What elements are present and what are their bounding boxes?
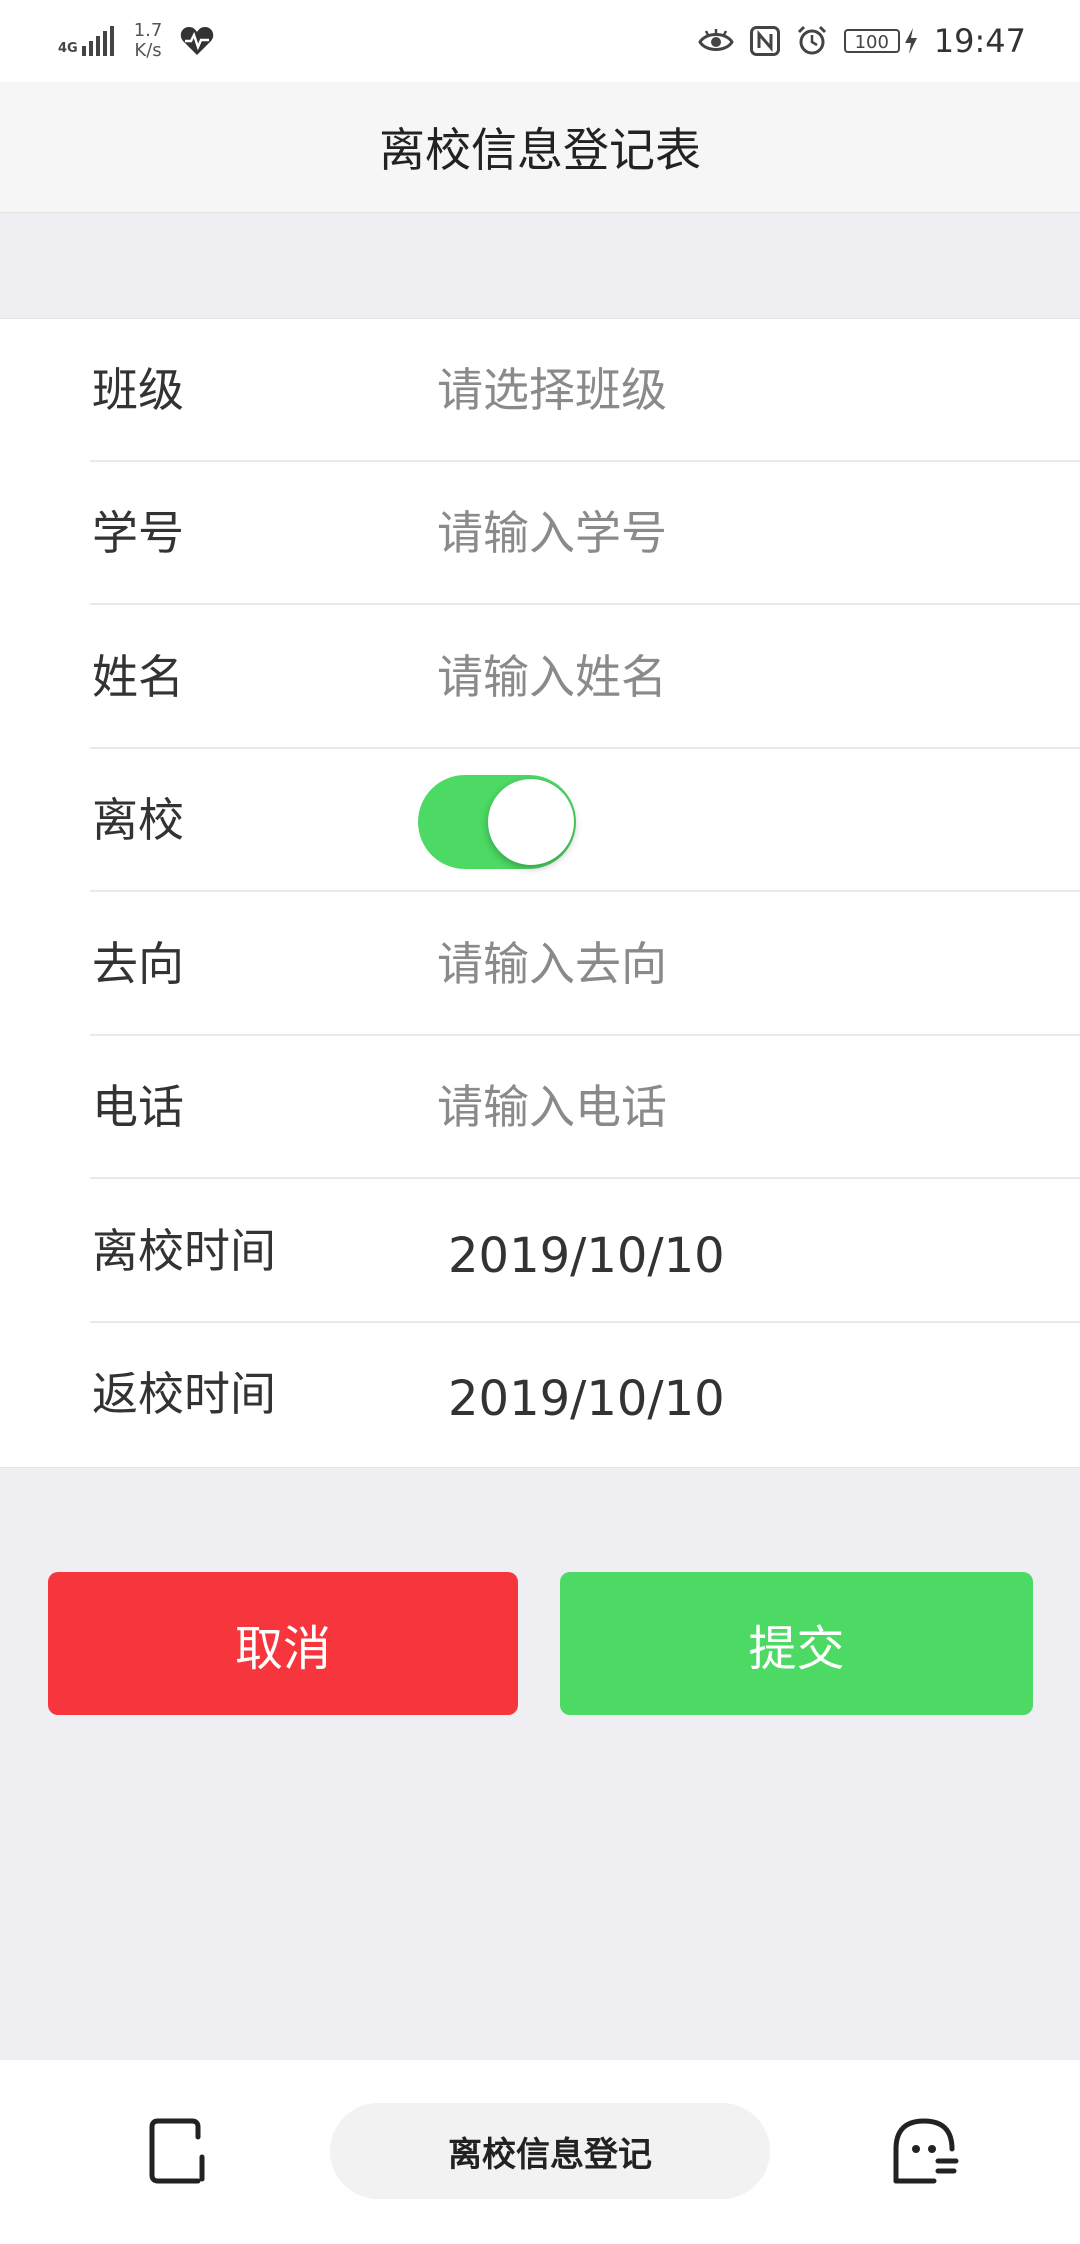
bottom-bar: 离校信息登记 bbox=[0, 2060, 1080, 2244]
bottom-title: 离校信息登记 bbox=[448, 2134, 652, 2175]
divider bbox=[90, 603, 1080, 605]
class-label: 班级 bbox=[92, 363, 184, 417]
name-label: 姓名 bbox=[92, 650, 184, 704]
leave-school-toggle[interactable] bbox=[418, 775, 576, 869]
battery-indicator: 100 bbox=[843, 28, 918, 54]
form-row-return-time[interactable]: 返校时间 2019/10/10 bbox=[0, 1323, 1080, 1466]
form-row-student-id[interactable]: 学号 请输入学号 bbox=[0, 462, 1080, 605]
cancel-button[interactable]: 取消 bbox=[48, 1572, 518, 1715]
submit-button[interactable]: 提交 bbox=[560, 1572, 1033, 1715]
title-bar: 离校信息登记表 bbox=[0, 82, 1080, 213]
window-icon[interactable] bbox=[142, 2115, 214, 2187]
clock: 19:47 bbox=[933, 22, 1026, 60]
student-id-input[interactable]: 请输入学号 bbox=[437, 462, 667, 605]
cancel-button-label: 取消 bbox=[234, 1620, 331, 1677]
leave-time-picker[interactable]: 2019/10/10 bbox=[448, 1185, 725, 1328]
leave-time-label: 离校时间 bbox=[92, 1224, 276, 1278]
charging-icon bbox=[904, 28, 917, 54]
nfc-icon bbox=[749, 26, 780, 56]
student-id-label: 学号 bbox=[92, 506, 184, 560]
page-title: 离校信息登记表 bbox=[379, 123, 701, 177]
divider bbox=[90, 1177, 1080, 1179]
return-time-label: 返校时间 bbox=[92, 1367, 276, 1421]
battery-icon: 100 bbox=[843, 29, 900, 53]
destination-input[interactable]: 请输入去向 bbox=[437, 893, 667, 1036]
signal-indicator: 4G bbox=[58, 26, 116, 56]
miniprogram-title-pill[interactable]: 离校信息登记 bbox=[330, 2103, 770, 2199]
return-time-picker[interactable]: 2019/10/10 bbox=[448, 1328, 725, 1471]
name-input[interactable]: 请输入姓名 bbox=[437, 606, 667, 749]
alarm-icon bbox=[797, 25, 826, 55]
class-select[interactable]: 请选择班级 bbox=[437, 319, 667, 462]
eye-comfort-icon bbox=[698, 29, 734, 51]
form-row-name[interactable]: 姓名 请输入姓名 bbox=[0, 606, 1080, 749]
assistant-face-icon[interactable] bbox=[888, 2115, 960, 2187]
form-row-leave-school: 离校 bbox=[0, 749, 1080, 892]
health-heart-icon bbox=[181, 27, 214, 55]
leave-school-label: 离校 bbox=[92, 793, 184, 847]
phone-label: 电话 bbox=[92, 1080, 184, 1134]
form-row-leave-time[interactable]: 离校时间 2019/10/10 bbox=[0, 1180, 1080, 1323]
submit-button-label: 提交 bbox=[748, 1620, 845, 1677]
status-bar: 4G 1.7 K/s 100 19:47 bbox=[0, 0, 1080, 82]
destination-label: 去向 bbox=[92, 937, 184, 991]
form-row-class[interactable]: 班级 请选择班级 bbox=[0, 319, 1080, 462]
leave-form: 班级 请选择班级 学号 请输入学号 姓名 请输入姓名 离校 去向 请输入去向 电… bbox=[0, 318, 1080, 1468]
network-type: 4G bbox=[58, 41, 78, 56]
phone-input[interactable]: 请输入电话 bbox=[437, 1036, 667, 1179]
divider bbox=[90, 890, 1080, 892]
toggle-knob bbox=[488, 779, 574, 865]
form-row-destination[interactable]: 去向 请输入去向 bbox=[0, 893, 1080, 1036]
network-speed: 1.7 K/s bbox=[133, 20, 163, 61]
form-row-phone[interactable]: 电话 请输入电话 bbox=[0, 1036, 1080, 1179]
signal-icon bbox=[81, 26, 114, 56]
